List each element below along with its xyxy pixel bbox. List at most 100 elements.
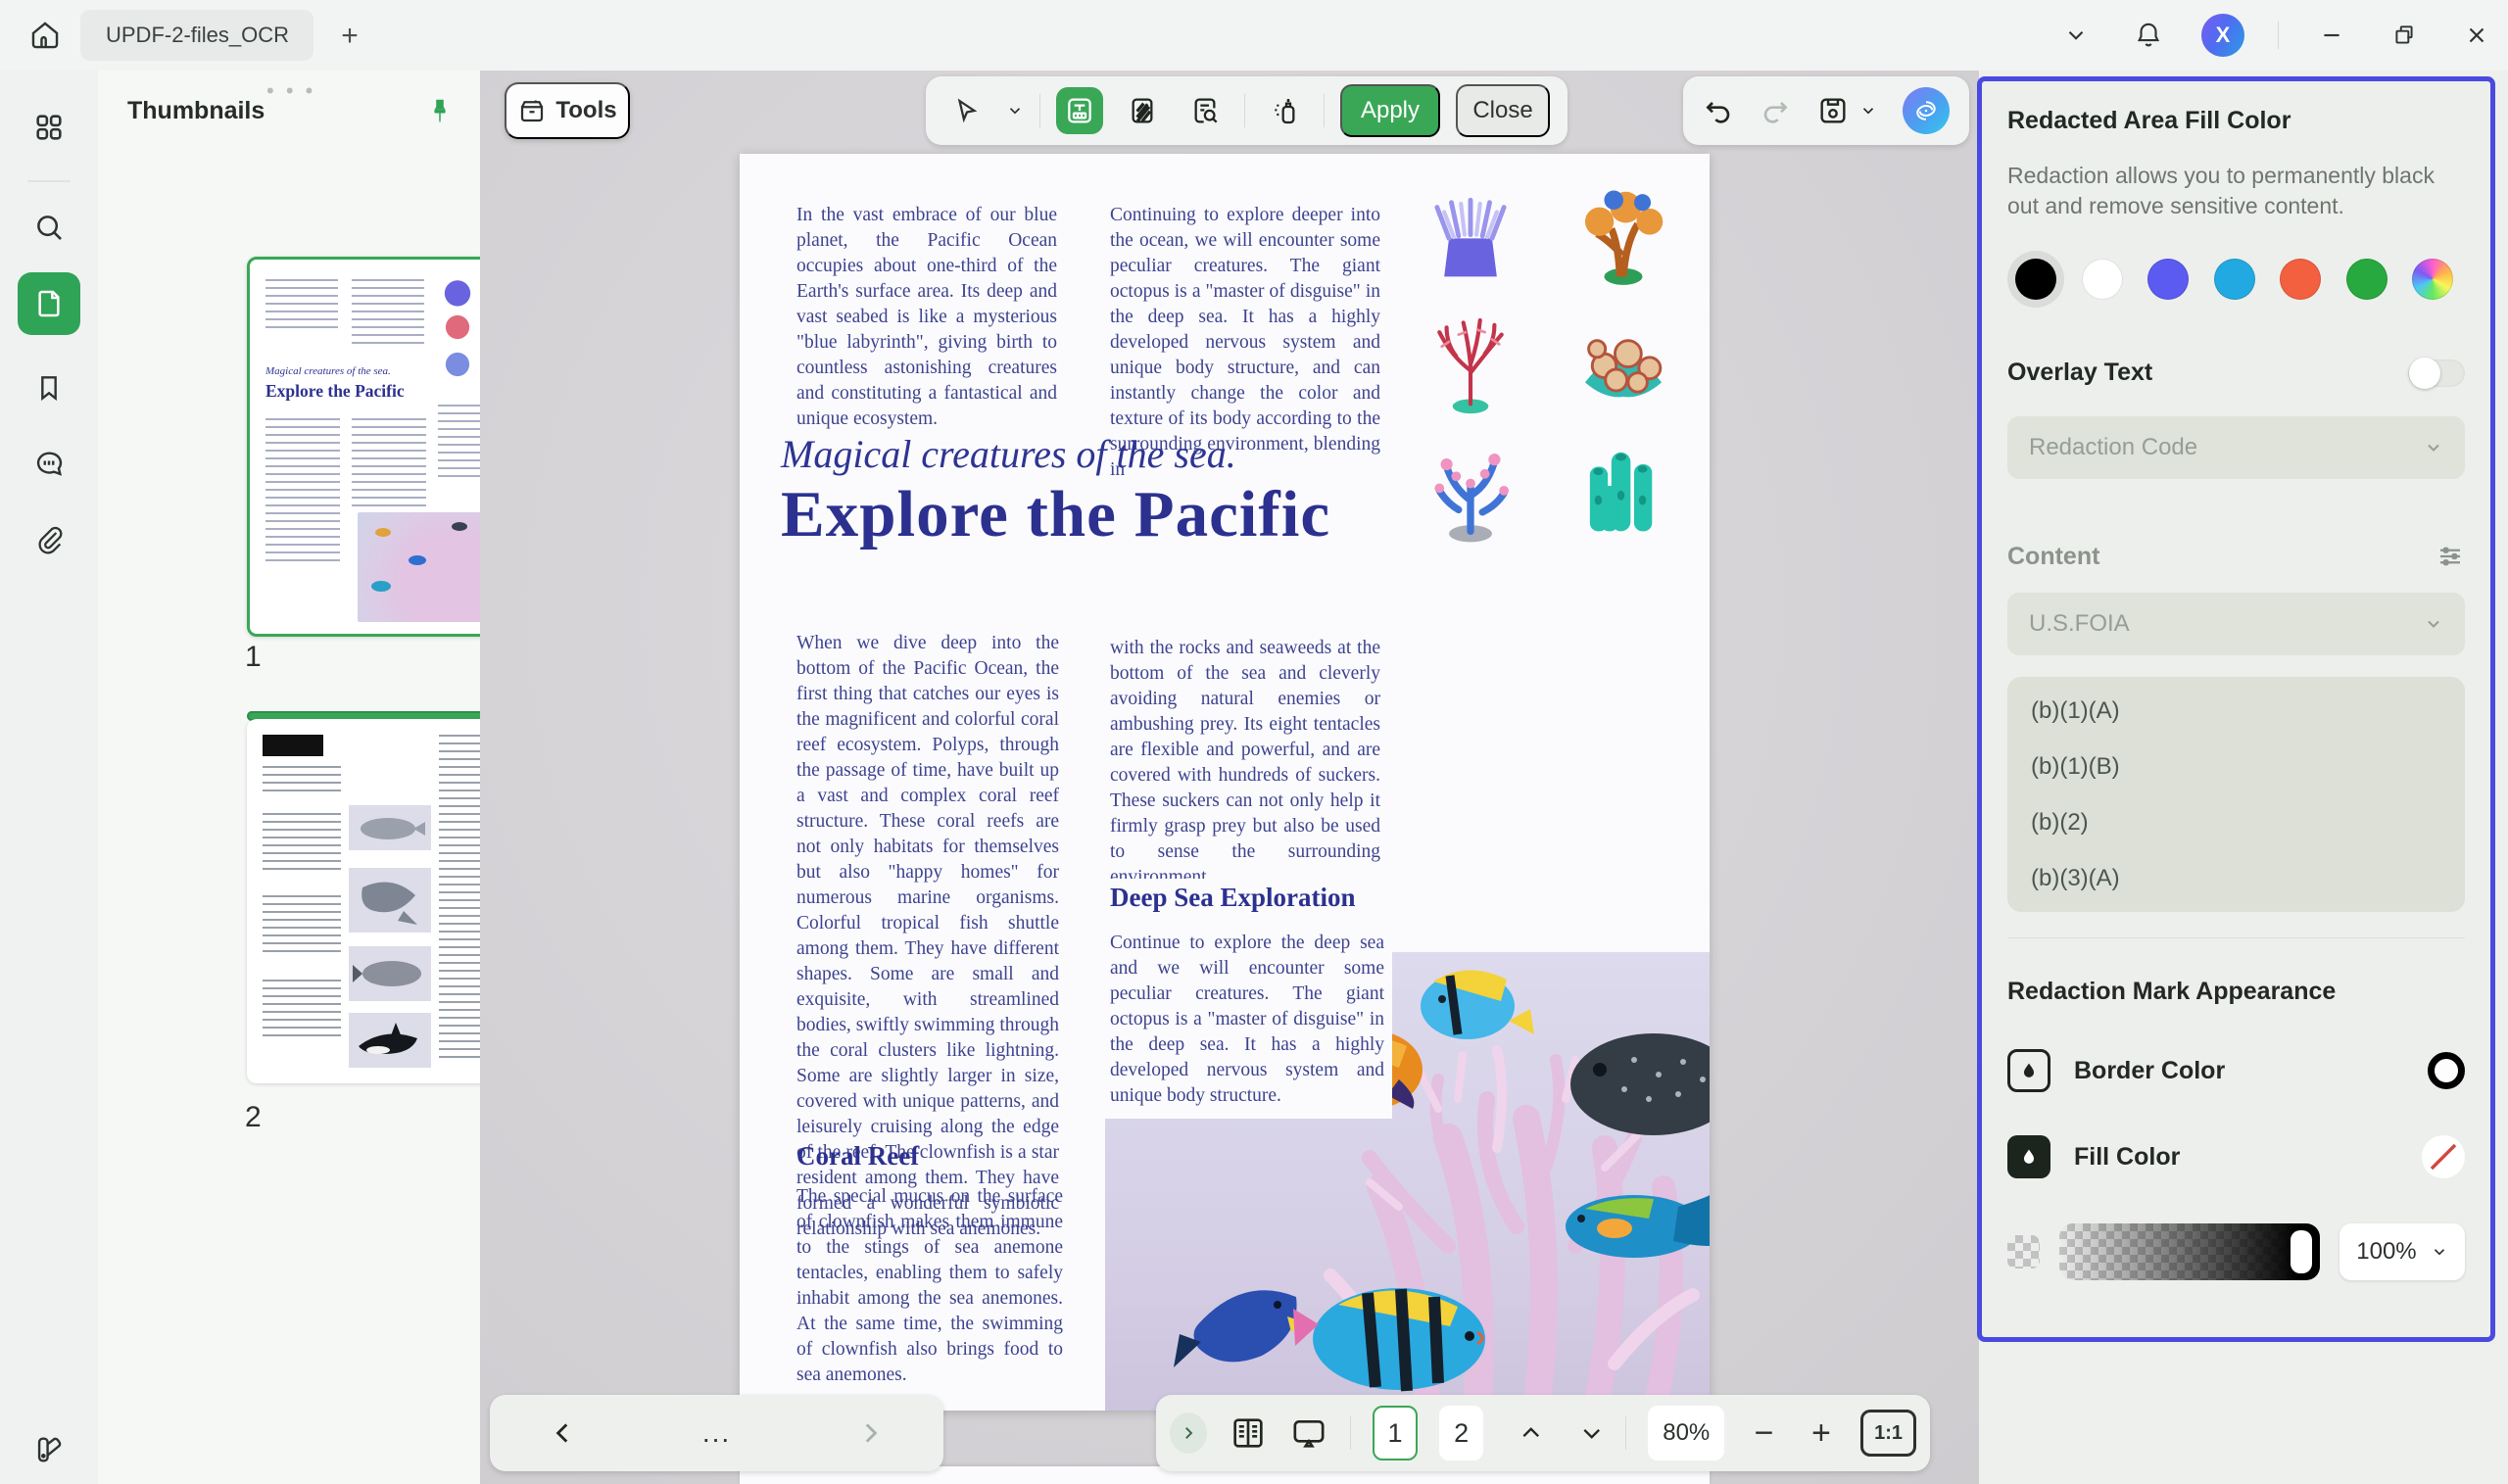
titlebar-chevron-down-icon[interactable]	[2056, 16, 2096, 55]
sidebar-item-grid[interactable]	[18, 96, 80, 159]
restore-button[interactable]	[2385, 16, 2424, 55]
swatch-purple-blue[interactable]	[2140, 251, 2196, 308]
thumbnails-panel: • • • Thumbnails Magical creatures of th…	[98, 71, 480, 1484]
history-save-toolbar	[1683, 76, 1969, 145]
document-page-1[interactable]: In the vast embrace of our blue planet, …	[740, 154, 1710, 1411]
content-select[interactable]: U.S.FOIA	[2007, 593, 2465, 655]
code-item[interactable]: (b)(1)(B)	[2007, 739, 2465, 794]
swatch-custom-rainbow[interactable]	[2404, 251, 2461, 308]
notifications-bell-icon[interactable]	[2129, 16, 2168, 55]
sidebar-item-thumbnails[interactable]	[18, 272, 80, 335]
butterflyfish	[1421, 970, 1534, 1039]
spray-bottle-icon	[1269, 95, 1300, 126]
fill-color-value-none[interactable]	[2422, 1135, 2465, 1178]
opacity-checker-icon	[2007, 1235, 2040, 1269]
ai-assistant-button[interactable]	[1903, 87, 1950, 134]
code-item[interactable]: (b)(2)	[2007, 794, 2465, 850]
opacity-slider-knob[interactable]	[2291, 1230, 2312, 1273]
code-item[interactable]: (b)(1)(A)	[2007, 683, 2465, 739]
home-button[interactable]	[22, 12, 69, 59]
close-redaction-button[interactable]: Close	[1456, 84, 1550, 137]
thumb1-text-lines	[352, 418, 426, 512]
tools-button[interactable]: Tools	[505, 82, 630, 139]
filter-sliders-icon[interactable]	[2436, 542, 2465, 571]
whale-illustration	[349, 946, 431, 1001]
pin-icon[interactable]	[425, 96, 455, 125]
sidebar-item-attachments[interactable]	[18, 507, 80, 570]
grid-icon	[32, 111, 66, 144]
thumb1-text-lines	[265, 279, 338, 334]
book-view-icon	[1229, 1413, 1268, 1453]
forward-chevron-icon[interactable]	[857, 1420, 883, 1446]
zoom-level-box[interactable]: 80%	[1648, 1406, 1724, 1460]
page-title: Explore the Pacific	[781, 477, 1330, 552]
sidebar-item-swatches[interactable]	[18, 1418, 80, 1481]
page-1-box[interactable]: 1	[1373, 1406, 1418, 1460]
overlay-text-toggle[interactable]	[2408, 359, 2465, 387]
swatch-black-selected[interactable]	[2007, 251, 2064, 308]
document-tab[interactable]: UPDF-2-files_OCR	[80, 10, 314, 61]
actual-size-button[interactable]: 1:1	[1860, 1410, 1916, 1457]
thumb1-page-number: 1	[245, 641, 262, 674]
thumb2-text-lines	[263, 895, 341, 954]
opacity-slider[interactable]	[2059, 1223, 2320, 1280]
page-icon	[33, 288, 65, 319]
coral-anemone-illustration	[1411, 171, 1530, 291]
sidebar-item-bookmarks[interactable]	[18, 357, 80, 419]
apply-button[interactable]: Apply	[1340, 84, 1440, 137]
swatch-green[interactable]	[2339, 251, 2395, 308]
previous-page-chevron-icon[interactable]	[1519, 1419, 1543, 1447]
close-window-button[interactable]	[2457, 16, 2496, 55]
border-color-value[interactable]	[2428, 1052, 2465, 1089]
thumb1-subtitle: Magical creatures of the sea.	[265, 365, 391, 377]
redaction-code-placeholder: Redaction Code	[2029, 434, 2197, 461]
save-options-chevron-icon[interactable]	[1859, 102, 1877, 120]
presentation-icon	[1289, 1413, 1328, 1453]
redo-button[interactable]	[1760, 95, 1791, 126]
back-chevron-icon[interactable]	[551, 1420, 576, 1446]
tools-label: Tools	[555, 97, 616, 124]
opacity-value: 100%	[2356, 1238, 2416, 1266]
select-tool-chevron-icon[interactable]	[1006, 102, 1024, 120]
content-value: U.S.FOIA	[2029, 610, 2130, 638]
nav-more-button[interactable]: ...	[702, 1417, 731, 1449]
swatch-light-blue[interactable]	[2206, 251, 2263, 308]
redact-page-icon	[1127, 95, 1158, 126]
coral-tree-illustration	[1564, 171, 1683, 291]
opacity-select[interactable]: 100%	[2339, 1223, 2465, 1280]
two-page-view-button[interactable]	[1229, 1413, 1268, 1453]
zoom-in-button[interactable]: +	[1804, 1414, 1839, 1453]
panel-divider	[2007, 937, 2465, 938]
expand-bar-button[interactable]	[1170, 1412, 1207, 1454]
new-tab-button[interactable]: +	[331, 18, 368, 55]
avatar[interactable]: X	[2201, 14, 2244, 57]
fill-droplet-icon	[2007, 1135, 2050, 1178]
toolbar-divider	[1350, 1416, 1351, 1450]
sidebar-item-search[interactable]	[18, 196, 80, 259]
redact-page-button[interactable]	[1119, 87, 1166, 134]
redaction-code-select[interactable]: Redaction Code	[2007, 416, 2465, 479]
paragraph: Continue to explore the deep sea and we …	[1110, 931, 1384, 1109]
swatch-white[interactable]	[2074, 251, 2131, 308]
sidebar-item-comments[interactable]	[18, 433, 80, 496]
select-tool-button[interactable]	[943, 87, 990, 134]
redact-text-button[interactable]	[1056, 87, 1103, 134]
undo-button[interactable]	[1703, 95, 1734, 126]
sanitize-button[interactable]	[1261, 87, 1308, 134]
tools-box-icon	[517, 96, 547, 125]
swatch-orange[interactable]	[2272, 251, 2329, 308]
page-2-box[interactable]: 2	[1439, 1406, 1483, 1460]
search-icon	[32, 211, 66, 244]
search-redact-button[interactable]	[1182, 87, 1229, 134]
code-item[interactable]: (b)(3)(A)	[2007, 850, 2465, 906]
cursor-icon	[952, 96, 982, 125]
zoom-out-button[interactable]: −	[1746, 1414, 1781, 1453]
save-button[interactable]	[1816, 94, 1850, 127]
fill-color-swatches	[2007, 251, 2465, 308]
next-page-chevron-icon[interactable]	[1579, 1419, 1604, 1447]
ai-swirl-icon	[1911, 96, 1941, 125]
minimize-button[interactable]	[2312, 16, 2351, 55]
chevron-down-icon	[2424, 438, 2443, 457]
left-sidebar	[0, 71, 98, 1484]
presentation-button[interactable]	[1289, 1413, 1328, 1453]
